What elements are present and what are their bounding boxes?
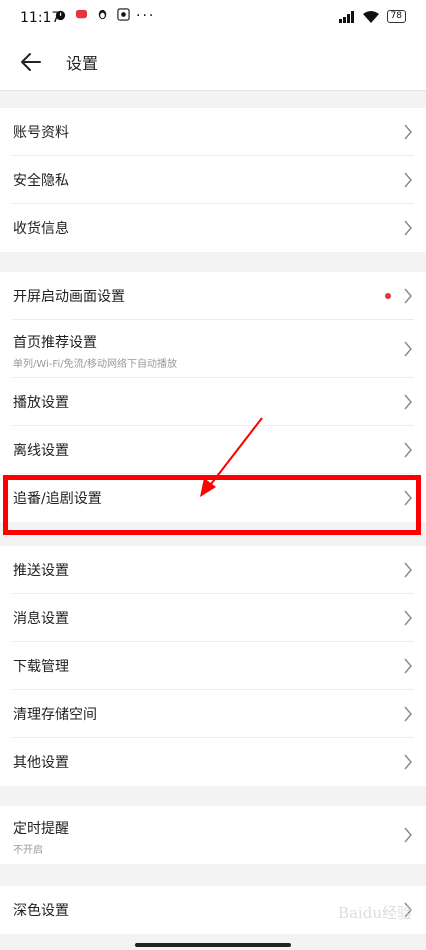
- page-title: 设置: [66, 54, 99, 73]
- settings-item-label: 安全隐私: [13, 173, 69, 189]
- watermark: Baidu经验: [337, 904, 412, 922]
- status-left-icons: [54, 8, 130, 21]
- settings-item-label: 追番/追剧设置: [13, 491, 102, 507]
- chevron-right-icon: [404, 124, 412, 140]
- settings-item-label: 其他设置: [13, 755, 69, 771]
- settings-item-label: 深色设置: [13, 903, 69, 919]
- more-dots-icon: ···: [136, 8, 156, 24]
- settings-item-account-profile[interactable]: 账号资料: [0, 108, 426, 156]
- home-indicator[interactable]: [135, 943, 291, 947]
- chevron-right-icon: [404, 706, 412, 722]
- settings-item-timed-reminder[interactable]: 定时提醒 不开启: [0, 806, 426, 864]
- settings-item-home-recommend[interactable]: 首页推荐设置 单列/Wi-Fi/免流/移动网络下自动播放: [0, 320, 426, 378]
- settings-item-label: 播放设置: [13, 395, 69, 411]
- settings-group-playback: 开屏启动画面设置 首页推荐设置 单列/Wi-Fi/免流/移动网络下自动播放 播放…: [0, 272, 426, 522]
- settings-item-label: 账号资料: [13, 125, 69, 141]
- status-bar: 11:17 ··· 78: [0, 0, 426, 36]
- battery-icon: 78: [386, 10, 406, 23]
- settings-item-playback[interactable]: 播放设置: [0, 378, 426, 426]
- settings-item-subtitle: 不开启: [13, 845, 43, 856]
- chevron-right-icon: [404, 442, 412, 458]
- settings-item-other[interactable]: 其他设置: [0, 738, 426, 786]
- chevron-right-icon: [404, 754, 412, 770]
- chevron-right-icon: [404, 562, 412, 578]
- settings-item-label: 收货信息: [13, 221, 69, 237]
- qq-icon: [98, 9, 107, 20]
- settings-group-account: 账号资料 安全隐私 收货信息: [0, 108, 426, 252]
- settings-item-messages[interactable]: 消息设置: [0, 594, 426, 642]
- settings-item-clear-storage[interactable]: 清理存储空间: [0, 690, 426, 738]
- chevron-right-icon: [404, 827, 412, 843]
- chevron-right-icon: [404, 490, 412, 506]
- wifi-icon: [362, 10, 379, 23]
- chevron-right-icon: [404, 341, 412, 357]
- app-icon: [117, 8, 130, 21]
- alarm-icon: [55, 10, 66, 21]
- settings-item-splash-screen[interactable]: 开屏启动画面设置: [0, 272, 426, 320]
- settings-item-label: 消息设置: [13, 611, 69, 627]
- settings-item-label: 开屏启动画面设置: [13, 289, 125, 305]
- settings-item-subtitle: 单列/Wi-Fi/免流/移动网络下自动播放: [13, 359, 177, 370]
- settings-group-general: 推送设置 消息设置 下载管理 清理存储空间 其他设置: [0, 546, 426, 786]
- settings-item-label: 下载管理: [13, 659, 69, 675]
- arrow-left-icon[interactable]: [18, 49, 44, 75]
- chevron-right-icon: [404, 658, 412, 674]
- notification-icon: [75, 9, 88, 19]
- settings-item-shipping-info[interactable]: 收货信息: [0, 204, 426, 252]
- chevron-right-icon: [404, 610, 412, 626]
- settings-group-reminder: 定时提醒 不开启: [0, 806, 426, 864]
- settings-item-push[interactable]: 推送设置: [0, 546, 426, 594]
- settings-item-label: 离线设置: [13, 443, 69, 459]
- settings-item-downloads[interactable]: 下载管理: [0, 642, 426, 690]
- settings-item-follow-series[interactable]: 追番/追剧设置: [0, 474, 426, 522]
- settings-item-label: 定时提醒: [13, 821, 69, 837]
- chevron-right-icon: [404, 394, 412, 410]
- status-right-icons: 78: [338, 10, 406, 23]
- signal-icon: [338, 10, 354, 23]
- settings-item-security-privacy[interactable]: 安全隐私: [0, 156, 426, 204]
- settings-item-label: 首页推荐设置: [13, 335, 97, 351]
- app-bar: 设置: [0, 36, 426, 91]
- chevron-right-icon: [404, 220, 412, 236]
- settings-item-label: 清理存储空间: [13, 707, 97, 723]
- new-badge-dot: [385, 293, 391, 299]
- chevron-right-icon: [404, 288, 412, 304]
- settings-item-label: 推送设置: [13, 563, 69, 579]
- settings-item-offline[interactable]: 离线设置: [0, 426, 426, 474]
- chevron-right-icon: [404, 172, 412, 188]
